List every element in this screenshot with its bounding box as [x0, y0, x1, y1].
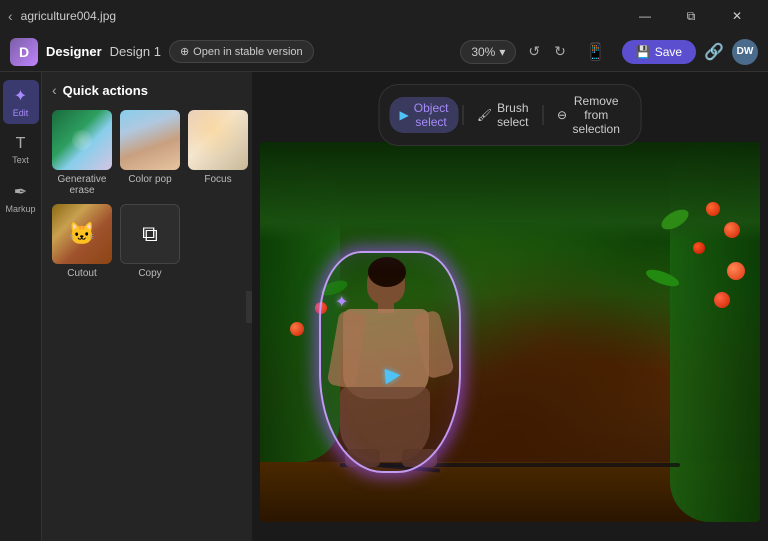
main-content: ✦ Edit T Text ✒ Markup ‹ Quick actions G…: [0, 72, 768, 541]
app-name-label: Designer: [46, 44, 102, 59]
markup-icon: ✒: [14, 182, 27, 202]
save-button[interactable]: 💾 Save: [622, 40, 696, 64]
titlebar: ‹ agriculture004.jpg — ⧉ ✕: [0, 0, 768, 32]
panel-title: Quick actions: [63, 83, 148, 98]
panel-back-icon[interactable]: ‹: [52, 82, 57, 98]
cursor-arrow-icon: ▶: [384, 361, 402, 387]
device-preview-button[interactable]: 📱: [578, 38, 614, 66]
design-title-label: Design 1: [110, 44, 161, 59]
quick-actions-panel: ‹ Quick actions Generative erase Color p…: [42, 72, 252, 541]
agriculture-image: ✦ ▶: [260, 142, 760, 522]
panel-collapse-toggle[interactable]: ‹: [246, 291, 252, 323]
edit-icon: ✦: [14, 86, 27, 106]
restore-button[interactable]: ⧉: [668, 0, 714, 32]
brush-select-button[interactable]: 🖌 Brush select: [467, 97, 539, 133]
undo-button[interactable]: ↺: [524, 39, 544, 64]
zoom-value: 30%: [471, 45, 495, 59]
remove-selection-icon: ⊖: [557, 108, 567, 122]
qa-copy[interactable]: ⧉ Copy: [120, 204, 180, 279]
sidebar-item-markup-label: Markup: [5, 204, 35, 214]
image-frame: ✦ ▶: [260, 142, 760, 522]
save-label: Save: [655, 45, 682, 59]
undo-redo-group: ↺ ↻: [524, 39, 569, 64]
text-icon: T: [16, 135, 26, 153]
object-select-icon: ▶: [400, 108, 409, 122]
sidebar-item-text-label: Text: [12, 155, 29, 165]
open-stable-button[interactable]: ⊕ Open in stable version: [169, 40, 314, 63]
qa-copy-label: Copy: [138, 268, 161, 279]
person-with-selection: ✦ ▶: [325, 257, 455, 467]
sidebar: ✦ Edit T Text ✒ Markup: [0, 72, 42, 541]
brush-select-icon: 🖌: [477, 108, 492, 122]
zoom-chevron-icon: ▾: [499, 45, 505, 59]
canvas-area: ▶ Object select 🖌 Brush select ⊖ Remove …: [252, 72, 768, 541]
back-button[interactable]: ‹: [8, 8, 13, 24]
remove-selection-label: Remove from selection: [572, 94, 620, 136]
qa-focus-label: Focus: [204, 174, 231, 185]
close-button[interactable]: ✕: [714, 0, 760, 32]
open-stable-icon: ⊕: [180, 45, 189, 58]
remove-from-selection-button[interactable]: ⊖ Remove from selection: [547, 90, 631, 140]
qa-focus-thumb: [188, 110, 248, 170]
qa-cutout-label: Cutout: [67, 268, 96, 279]
save-icon: 💾: [636, 45, 651, 59]
app-logo: D: [10, 38, 38, 66]
panel-header: ‹ Quick actions: [52, 82, 242, 98]
sidebar-item-text[interactable]: T Text: [3, 128, 39, 172]
open-stable-label: Open in stable version: [193, 46, 302, 58]
redo-button[interactable]: ↻: [550, 39, 570, 64]
brush-select-label: Brush select: [497, 101, 528, 129]
qa-color-pop-label: Color pop: [128, 174, 171, 185]
toolbar-right: 📱 💾 Save 🔗 DW: [578, 38, 758, 66]
minimize-button[interactable]: —: [622, 0, 668, 32]
canvas-container[interactable]: ✦ ▶: [252, 122, 768, 541]
window-controls: — ⧉ ✕: [622, 0, 760, 32]
qa-gen-erase-thumb: [52, 110, 112, 170]
avatar: DW: [732, 39, 758, 65]
object-select-label: Object select: [414, 101, 449, 129]
qa-copy-thumb: ⧉: [120, 204, 180, 264]
object-select-button[interactable]: ▶ Object select: [390, 97, 459, 133]
sparkle-effect: ✦: [335, 292, 348, 312]
qa-color-pop-thumb: [120, 110, 180, 170]
titlebar-left: ‹ agriculture004.jpg: [8, 8, 116, 24]
quick-actions-grid: Generative erase Color pop Focus Cutout …: [52, 110, 242, 279]
filename-label: agriculture004.jpg: [21, 9, 116, 23]
qa-focus[interactable]: Focus: [188, 110, 248, 196]
qa-gen-erase-label: Generative erase: [52, 174, 112, 196]
sidebar-item-edit-label: Edit: [13, 108, 29, 118]
zoom-control[interactable]: 30% ▾: [460, 40, 516, 64]
toolbar: D Designer Design 1 ⊕ Open in stable ver…: [0, 32, 768, 72]
sidebar-item-edit[interactable]: ✦ Edit: [3, 80, 39, 124]
qa-generative-erase[interactable]: Generative erase: [52, 110, 112, 196]
share-button[interactable]: 🔗: [704, 42, 724, 62]
qa-color-pop[interactable]: Color pop: [120, 110, 180, 196]
selection-toolbar: ▶ Object select 🖌 Brush select ⊖ Remove …: [379, 84, 642, 146]
qa-cutout-thumb: [52, 204, 112, 264]
sidebar-item-markup[interactable]: ✒ Markup: [3, 176, 39, 220]
qa-cutout[interactable]: Cutout: [52, 204, 112, 279]
